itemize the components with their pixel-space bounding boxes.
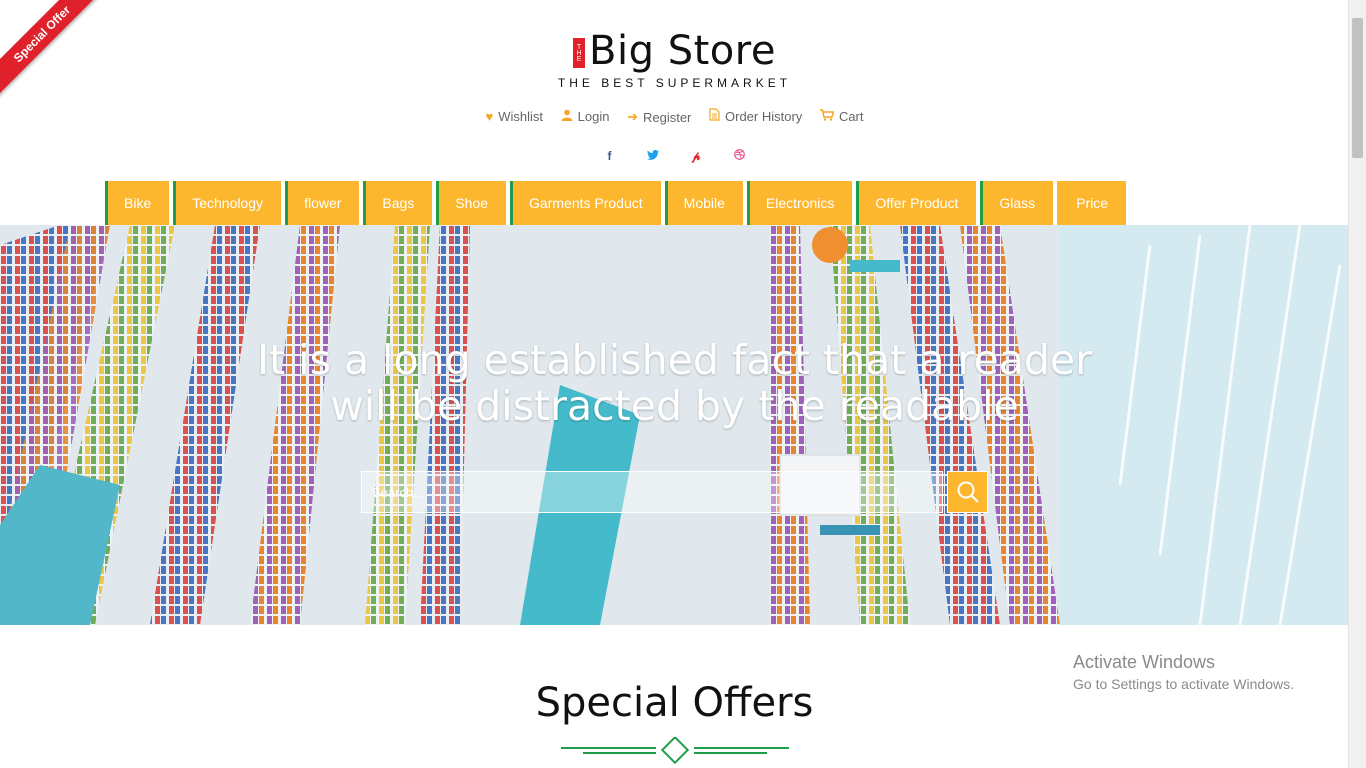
account-links: ♥ Wishlist Login ➔ Register Order Histor… [0, 108, 1349, 125]
category-shoe[interactable]: Shoe [436, 181, 507, 225]
category-mobile[interactable]: Mobile [664, 181, 743, 225]
arrow-right-icon: ➔ [627, 109, 638, 124]
wishlist-link[interactable]: ♥ Wishlist [486, 109, 544, 124]
category-glass[interactable]: Glass [980, 181, 1054, 225]
category-bags[interactable]: Bags [363, 181, 433, 225]
cart-link[interactable]: Cart [819, 109, 864, 124]
hero-heading-line1: It is a long established fact that a rea… [257, 336, 1092, 384]
logo-name: Big Store [589, 28, 776, 74]
social-links: f 𝓅 [0, 149, 1349, 164]
document-icon [709, 108, 720, 124]
logo-the-badge: THE [573, 38, 586, 68]
hero-heading-line2: will be distracted by the readable [330, 382, 1019, 430]
twitter-icon[interactable] [643, 149, 663, 163]
page-scrollbar[interactable] [1348, 0, 1366, 768]
logo-the-text: THE [575, 44, 583, 62]
facebook-icon[interactable]: f [599, 149, 619, 163]
category-garments-product[interactable]: Garments Product [510, 181, 661, 225]
dribbble-icon[interactable] [730, 149, 750, 163]
site-logo[interactable]: THE Big Store THE BEST SUPERMARKET [0, 28, 1349, 90]
user-icon [561, 109, 573, 124]
logo-tagline: THE BEST SUPERMARKET [557, 76, 792, 90]
category-electronics[interactable]: Electronics [746, 181, 853, 225]
category-offer-product[interactable]: Offer Product [856, 181, 977, 225]
hero-banner: It is a long established fact that a rea… [0, 225, 1349, 625]
wishlist-label: Wishlist [498, 109, 543, 124]
special-offer-ribbon[interactable]: Special Offer [0, 0, 100, 100]
scrollbar-thumb[interactable] [1352, 18, 1363, 158]
section-divider [561, 737, 789, 765]
ribbon-label[interactable]: Special Offer [0, 0, 100, 100]
order-history-label: Order History [725, 108, 803, 124]
login-label: Login [577, 109, 610, 124]
activate-windows-watermark: Activate Windows Go to Settings to activ… [1073, 652, 1294, 692]
pinterest-icon[interactable]: 𝓅 [686, 149, 706, 164]
search-icon [957, 481, 979, 503]
hero-heading: It is a long established fact that a rea… [0, 337, 1349, 429]
search-input[interactable] [361, 471, 943, 513]
cart-icon [819, 109, 835, 124]
category-price[interactable]: Price [1057, 181, 1127, 225]
search-button[interactable] [947, 471, 988, 513]
watermark-subtitle: Go to Settings to activate Windows. [1073, 676, 1294, 692]
register-link[interactable]: ➔ Register [627, 109, 691, 125]
cart-label: Cart [838, 109, 864, 124]
watermark-title: Activate Windows [1073, 652, 1216, 672]
register-label: Register [642, 109, 692, 125]
order-history-link[interactable]: Order History [709, 108, 802, 124]
category-technology[interactable]: Technology [173, 181, 282, 225]
heart-icon: ♥ [485, 109, 494, 124]
category-flower[interactable]: flower [285, 181, 360, 225]
category-bike[interactable]: Bike [105, 181, 170, 225]
category-nav: Bike Technology flower Bags Shoe Garment… [105, 181, 1127, 225]
login-link[interactable]: Login [561, 109, 610, 124]
